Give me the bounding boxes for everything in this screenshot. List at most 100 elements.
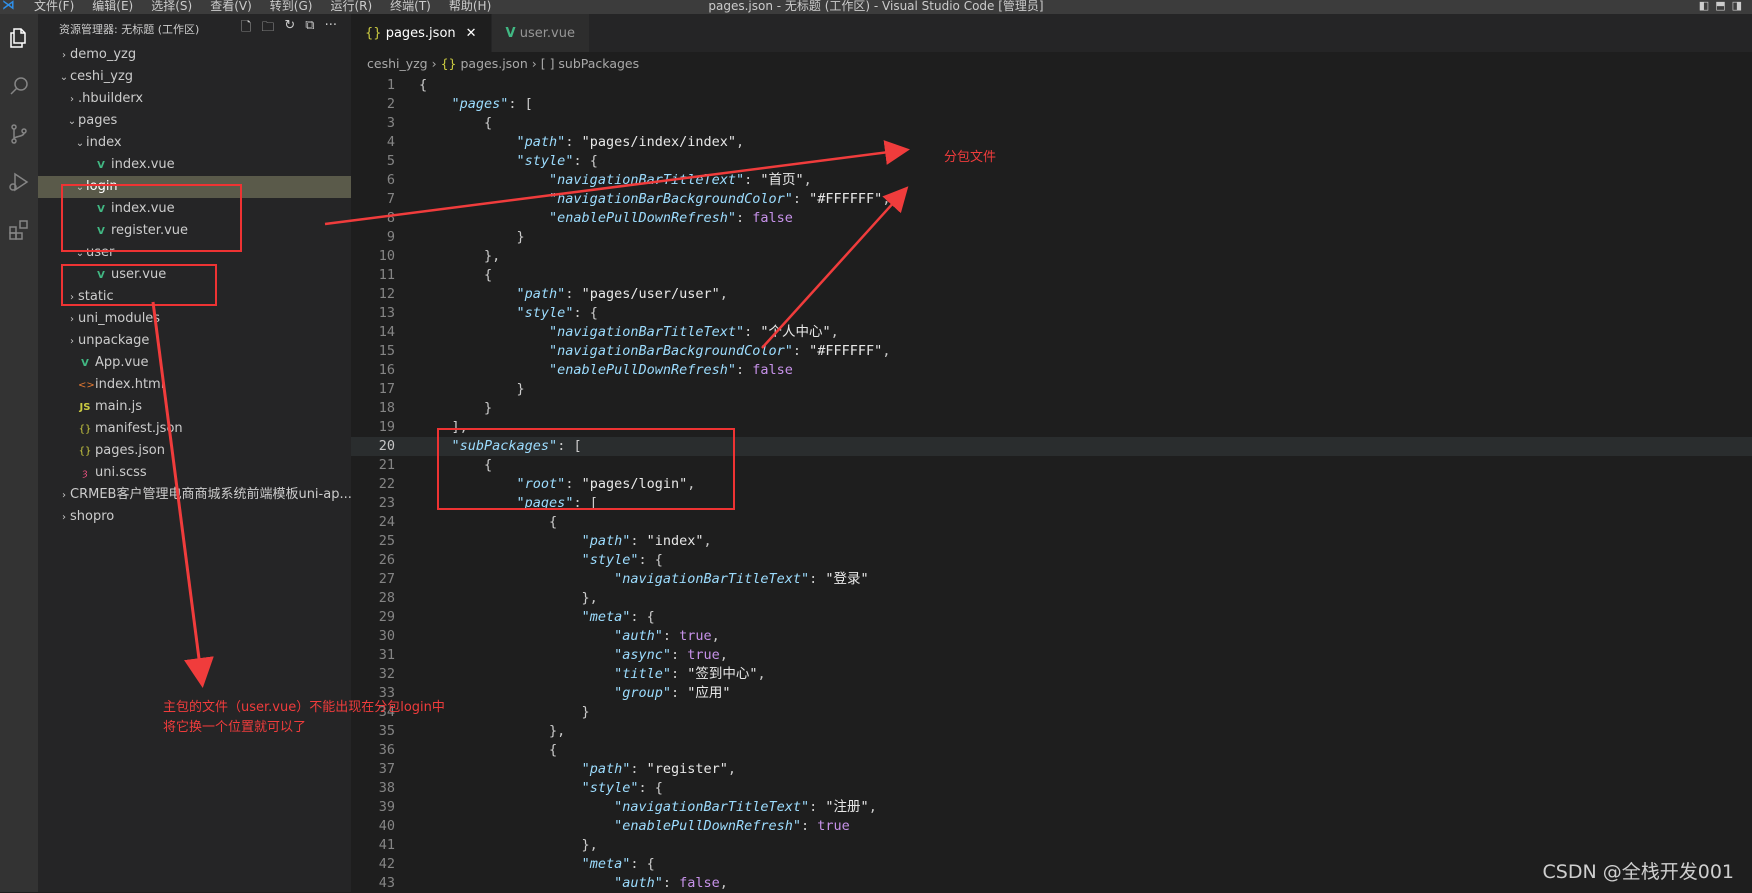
tree-folder-item[interactable]: › shopro xyxy=(38,506,351,528)
code-text: "async": true, xyxy=(614,647,728,663)
code-line[interactable]: 28 }, xyxy=(351,589,1752,608)
code-text: }, xyxy=(419,723,566,739)
extensions-icon[interactable] xyxy=(0,206,38,254)
code-line[interactable]: 41 }, xyxy=(351,836,1752,855)
user-vue-highlight-box xyxy=(61,264,217,306)
breadcrumb-folder[interactable]: ceshi_yzg xyxy=(367,56,428,71)
code-line[interactable]: 18 } xyxy=(351,399,1752,418)
more-actions-icon[interactable]: ··· xyxy=(325,18,337,40)
code-line[interactable]: 25 "path": "index", xyxy=(351,532,1752,551)
code-line[interactable]: 16 "enablePullDownRefresh": false xyxy=(351,361,1752,380)
tree-file-item[interactable]: V App.vue xyxy=(38,352,351,374)
tree-file-item[interactable]: <>index.html xyxy=(38,374,351,396)
breadcrumb-file[interactable]: pages.json xyxy=(460,56,527,71)
line-number: 22 xyxy=(378,476,395,492)
tree-file-item[interactable]: Vindex.vue xyxy=(38,154,351,176)
line-number: 43 xyxy=(378,875,395,891)
line-number: 35 xyxy=(378,723,395,739)
chevron-right-icon: › xyxy=(431,56,437,71)
tree-folder-item[interactable]: ⌄ pages xyxy=(38,110,351,132)
tree-file-item[interactable]: {} manifest.json xyxy=(38,418,351,440)
tree-folder-item[interactable]: › uni_modules xyxy=(38,308,351,330)
code-line[interactable]: 7 "navigationBarBackgroundColor": "#FFFF… xyxy=(351,190,1752,209)
explorer-icon[interactable] xyxy=(0,14,38,62)
tree-file-item[interactable]: JS main.js xyxy=(38,396,351,418)
code-line[interactable]: 13 "style": { xyxy=(351,304,1752,323)
code-line[interactable]: 4 "path": "pages/index/index", xyxy=(351,133,1752,152)
code-line[interactable]: 26 "style": { xyxy=(351,551,1752,570)
line-number: 6 xyxy=(386,172,395,188)
toggle-secondary-icon[interactable]: ◨ xyxy=(1732,0,1742,12)
tree-file-item[interactable]: ȝ uni.scss xyxy=(38,462,351,484)
tree-folder-item[interactable]: ⌄ index xyxy=(38,132,351,154)
code-line[interactable]: 35 }, xyxy=(351,722,1752,741)
tab-user-vue[interactable]: V user.vue xyxy=(491,14,590,52)
code-line[interactable]: 1{ xyxy=(351,76,1752,95)
code-line[interactable]: 37 "path": "register", xyxy=(351,760,1752,779)
chevron-down-icon: ⌄ xyxy=(59,72,69,83)
collapse-all-icon[interactable]: ⧉ xyxy=(305,18,314,40)
tree-item-label: uni.scss xyxy=(95,465,147,480)
tree-folder-item[interactable]: › unpackage xyxy=(38,330,351,352)
code-line[interactable]: 10 }, xyxy=(351,247,1752,266)
code-line[interactable]: 31 "async": true, xyxy=(351,646,1752,665)
code-line[interactable]: 9 } xyxy=(351,228,1752,247)
close-icon[interactable]: ✕ xyxy=(466,26,477,41)
toggle-panel-icon[interactable]: ⬒ xyxy=(1715,0,1725,12)
new-folder-icon[interactable]: 🗀 xyxy=(261,18,274,40)
tree-item-label: uni_modules xyxy=(78,311,161,326)
code-line[interactable]: 12 "path": "pages/user/user", xyxy=(351,285,1752,304)
json-file-icon: {} xyxy=(78,424,92,435)
code-text: }, xyxy=(419,590,598,606)
source-control-icon[interactable] xyxy=(0,110,38,158)
code-line[interactable]: 11 { xyxy=(351,266,1752,285)
toggle-sidebar-icon[interactable]: ◧ xyxy=(1699,0,1709,12)
code-text: "title": "签到中心", xyxy=(614,666,766,682)
code-line[interactable]: 38 "style": { xyxy=(351,779,1752,798)
breadcrumb-symbol[interactable]: [ ] subPackages xyxy=(541,56,639,71)
explorer-title: 资源管理器: 无标题 (工作区) xyxy=(59,23,200,36)
code-line[interactable]: 32 "title": "签到中心", xyxy=(351,665,1752,684)
code-line[interactable]: 29 "meta": { xyxy=(351,608,1752,627)
tree-file-item[interactable]: {} pages.json xyxy=(38,440,351,462)
code-line[interactable]: 8 "enablePullDownRefresh": false xyxy=(351,209,1752,228)
code-text: "style": { xyxy=(516,153,598,169)
code-line[interactable]: 39 "navigationBarTitleText": "注册", xyxy=(351,798,1752,817)
refresh-icon[interactable]: ↻ xyxy=(284,18,295,40)
line-number: 3 xyxy=(386,115,395,131)
code-line[interactable]: 14 "navigationBarTitleText": "个人中心", xyxy=(351,323,1752,342)
code-line[interactable]: 5 "style": { xyxy=(351,152,1752,171)
code-line[interactable]: 30 "auth": true, xyxy=(351,627,1752,646)
code-line[interactable]: 33 "group": "应用" xyxy=(351,684,1752,703)
code-line[interactable]: 40 "enablePullDownRefresh": true xyxy=(351,817,1752,836)
tree-folder-item[interactable]: › CRMEB客户管理电商商城系统前端模板uni-ap... xyxy=(38,484,352,506)
tab-pages-json[interactable]: {} pages.json ✕ xyxy=(351,14,492,52)
tree-folder-item[interactable]: › .hbuilderx xyxy=(38,88,351,110)
tree-folder-item[interactable]: ⌄ ceshi_yzg xyxy=(38,66,351,88)
code-line[interactable]: 27 "navigationBarTitleText": "登录" xyxy=(351,570,1752,589)
code-line[interactable]: 15 "navigationBarBackgroundColor": "#FFF… xyxy=(351,342,1752,361)
tree-folder-item[interactable]: › demo_yzg xyxy=(38,44,351,66)
code-line[interactable]: 2 "pages": [ xyxy=(351,95,1752,114)
tree-item-label: demo_yzg xyxy=(70,47,137,62)
explorer-sidebar: 资源管理器: 无标题 (工作区) 🗋 🗀 ↻ ⧉ ··· › demo_yzg ⌄ c… xyxy=(38,14,352,892)
code-text: "meta": { xyxy=(581,609,655,625)
tree-item-label: index.vue xyxy=(111,157,175,172)
line-number: 7 xyxy=(386,191,395,207)
new-file-icon[interactable]: 🗋 xyxy=(241,18,251,40)
search-icon[interactable] xyxy=(0,62,38,110)
run-debug-icon[interactable] xyxy=(0,158,38,206)
subpackages-highlight-box xyxy=(437,428,735,510)
code-text: { xyxy=(419,514,558,530)
code-line[interactable]: 17 } xyxy=(351,380,1752,399)
code-line[interactable]: 3 { xyxy=(351,114,1752,133)
code-line[interactable]: 36 { xyxy=(351,741,1752,760)
line-number: 30 xyxy=(378,628,395,644)
line-number: 29 xyxy=(378,609,395,625)
code-line[interactable]: 24 { xyxy=(351,513,1752,532)
window-title: pages.json - 无标题 (工作区) - Visual Studio C… xyxy=(708,0,1044,13)
tree-item-label: index.html xyxy=(95,377,165,392)
code-line[interactable]: 34 } xyxy=(351,703,1752,722)
line-number: 37 xyxy=(378,761,395,777)
code-line[interactable]: 6 "navigationBarTitleText": "首页", xyxy=(351,171,1752,190)
